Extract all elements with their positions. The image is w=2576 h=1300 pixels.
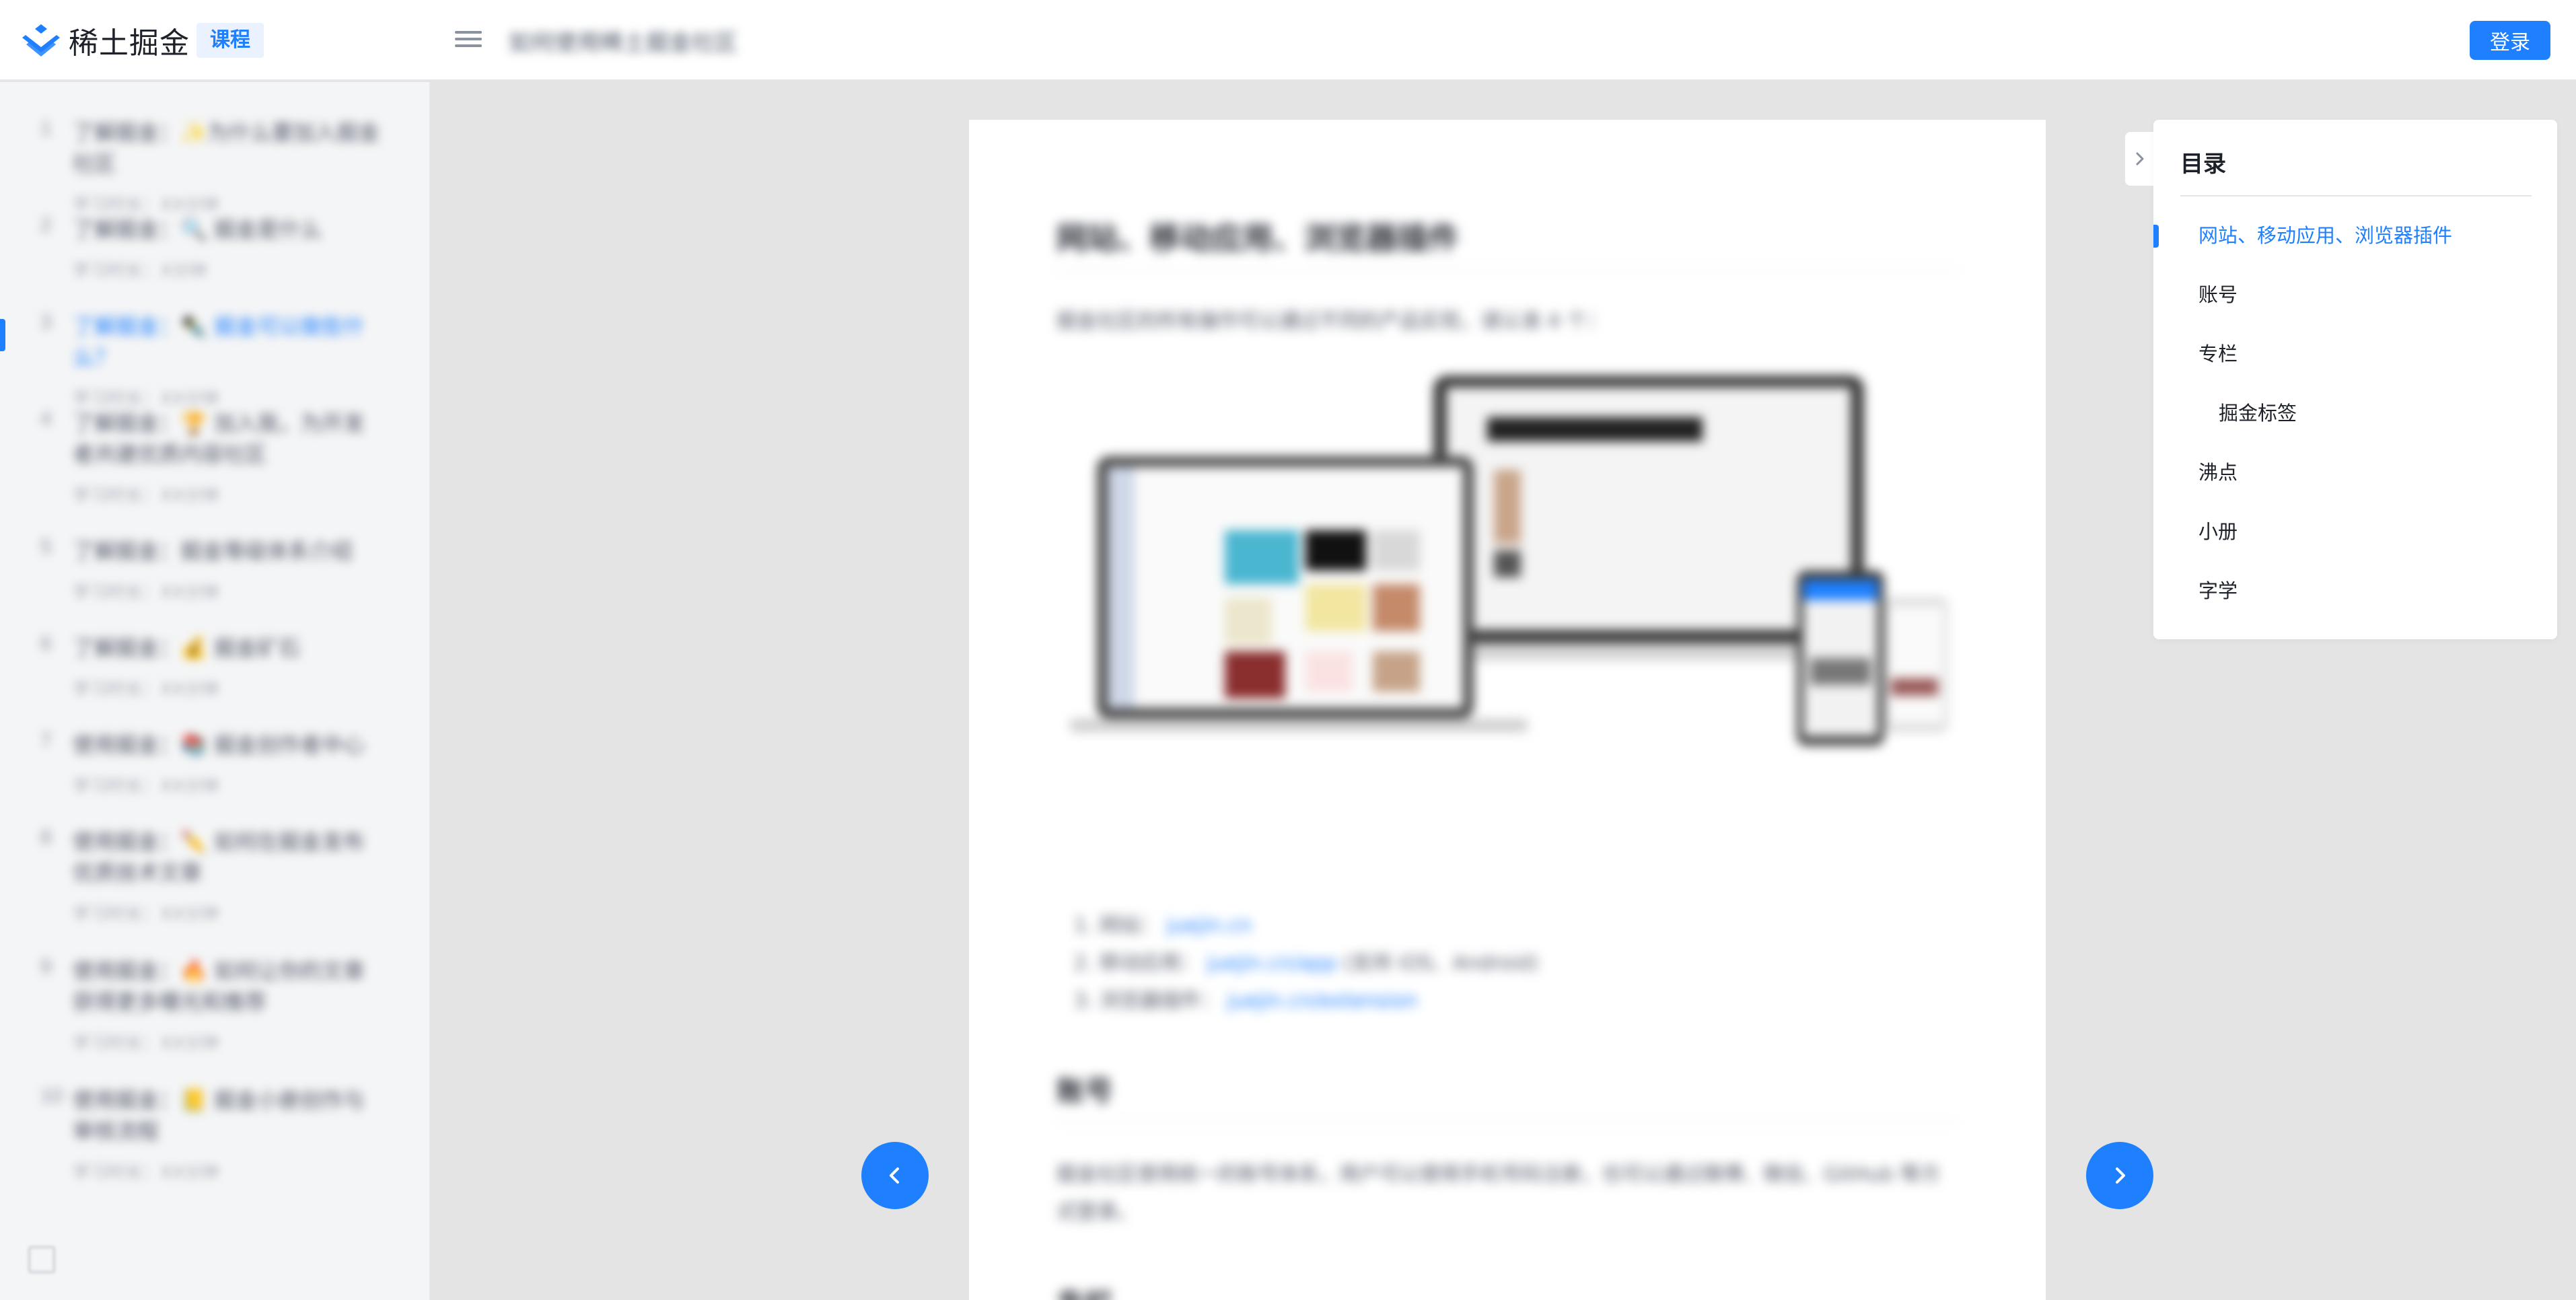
- chapter-meta: 学习时长：XX分钟: [73, 486, 219, 506]
- chapter-title: 使用掘金：📒 掘金小册创作与审核流程: [73, 1087, 365, 1144]
- sidebar-chapter-item[interactable]: 2 了解掘金：🔍 掘金是什么 学习时长：X分钟: [0, 214, 429, 282]
- chapter-number: 8: [40, 826, 52, 848]
- chapter-meta: 学习时长：XX分钟: [73, 777, 219, 797]
- chapter-title: 使用掘金：🔥 如何让你的文章获得更多曝光和推荐: [73, 958, 365, 1015]
- hamburger-menu-icon[interactable]: [455, 27, 482, 54]
- sidebar-chapter-item-active[interactable]: 3 了解掘金：✒️ 掘金可以做些什么？ 学习时长：XX分钟: [0, 311, 429, 410]
- toc-subitem[interactable]: 掘金标签: [2219, 400, 2297, 427]
- sidebar-chapter-item[interactable]: 6 了解掘金：💰 掘金矿石 学习时长：XX分钟: [0, 633, 429, 700]
- chapter-sidebar: 1 了解掘金：✨为什么要加入掘金社区 学习时长：XX分钟 2 了解掘金：🔍 掘金…: [0, 82, 431, 1300]
- devices-illustration: [1070, 375, 1948, 746]
- section-heading: 账号: [1057, 1075, 1114, 1108]
- chapter-title: 了解掘金：🔍 掘金是什么: [73, 217, 322, 242]
- chapter-number: 6: [40, 633, 52, 655]
- toc-item[interactable]: 账号: [2198, 281, 2238, 308]
- chapter-number: 3: [40, 311, 52, 333]
- chapter-title: 了解掘金：掘金等级体系介绍: [73, 538, 353, 564]
- sidebar-chapter-item[interactable]: 7 使用掘金：📚 掘金创作者中心 学习时长：XX分钟: [0, 729, 429, 797]
- chapter-number: 1: [40, 117, 52, 139]
- chapter-number: 4: [40, 408, 52, 430]
- book-title: 如何使用稀土掘金社区: [509, 30, 738, 57]
- list-item-label: 移动应用：: [1100, 951, 1201, 975]
- chapter-title: 了解掘金：💰 掘金矿石: [73, 635, 301, 661]
- collapse-sidebar-icon[interactable]: [28, 1246, 55, 1273]
- previous-chapter-button[interactable]: [861, 1142, 929, 1209]
- list-item-label: 浏览器插件：: [1100, 989, 1221, 1013]
- chapter-meta: 学习时长：XX分钟: [73, 389, 219, 409]
- extension-link[interactable]: juejin.cn/extension: [1227, 989, 1418, 1013]
- chapter-meta: 学习时长：XX分钟: [73, 195, 219, 215]
- toc-item-active[interactable]: 网站、移动应用、浏览器插件: [2198, 222, 2452, 249]
- chapter-number: 9: [40, 955, 52, 978]
- chapter-number: 10: [40, 1085, 63, 1107]
- list-item: 浏览器插件： juejin.cn/extension: [1100, 982, 1538, 1020]
- juejin-logo[interactable]: 稀土掘金: [20, 22, 190, 61]
- chapter-title: 使用掘金：📚 掘金创作者中心: [73, 732, 365, 758]
- chevron-right-icon: [2136, 152, 2144, 166]
- chapter-number: 2: [40, 214, 52, 236]
- section-heading: 网站、移动应用、浏览器插件: [1057, 220, 1459, 256]
- chapter-title: 了解掘金：✒️ 掘金可以做些什么？: [73, 314, 365, 370]
- product-list: 网站： juejin.cn 移动应用： juejin.cn/app (支持 iO…: [1057, 907, 1538, 1020]
- chapter-meta: 学习时长：XX分钟: [73, 904, 219, 925]
- juejin-logo-icon: [22, 24, 60, 57]
- chevron-right-icon: [2116, 1167, 2125, 1184]
- document-page: 网站、移动应用、浏览器插件 掘金社区的所有操作可以通过不同的产品实现，请认准 4…: [969, 120, 2046, 1300]
- toc-item[interactable]: 字学: [2198, 577, 2238, 604]
- list-item: 网站： juejin.cn: [1100, 907, 1538, 945]
- toc-divider: [2180, 195, 2532, 196]
- paragraph: 掘金社区的所有操作可以通过不同的产品实现，请认准 4 个：: [1057, 310, 1608, 333]
- sidebar-chapter-item[interactable]: 9 使用掘金：🔥 如何让你的文章获得更多曝光和推荐 学习时长：XX分钟: [0, 955, 429, 1054]
- chapter-meta: 学习时长：XX分钟: [73, 583, 219, 603]
- logo-text: 稀土掘金: [69, 26, 190, 61]
- heading-divider: [1057, 1122, 1958, 1124]
- chapter-meta: 学习时长：XX分钟: [73, 1034, 219, 1054]
- list-item-note: (支持 iOS、Android): [1343, 951, 1539, 975]
- table-of-contents: 目录 网站、移动应用、浏览器插件 账号 专栏 掘金标签 沸点 小册 字学: [2153, 120, 2557, 639]
- chapter-title: 使用掘金：✏️ 如何在掘金发布优质技术文章: [73, 829, 365, 886]
- chapter-meta: 学习时长：XX分钟: [73, 680, 219, 700]
- chapter-title: 了解掘金：✨为什么要加入掘金社区: [73, 120, 380, 176]
- toc-collapse-button[interactable]: [2125, 132, 2155, 186]
- chevron-left-icon: [890, 1167, 899, 1184]
- next-chapter-button[interactable]: [2086, 1142, 2153, 1209]
- toc-active-marker: [2153, 225, 2159, 248]
- toc-item[interactable]: 小册: [2198, 518, 2238, 545]
- toc-item[interactable]: 沸点: [2198, 459, 2238, 486]
- course-badge[interactable]: 课程: [196, 23, 264, 58]
- website-link[interactable]: juejin.cn: [1167, 914, 1252, 937]
- heading-divider: [1057, 269, 1958, 270]
- login-button[interactable]: 登录: [2470, 21, 2550, 60]
- sidebar-chapter-item[interactable]: 8 使用掘金：✏️ 如何在掘金发布优质技术文章 学习时长：XX分钟: [0, 826, 429, 925]
- list-item: 移动应用： juejin.cn/app (支持 iOS、Android): [1100, 945, 1538, 982]
- paragraph: 掘金社区使用统一的账号体系，用户可以使用手机号码注册，也可以通过微博、微信、Gi…: [1057, 1163, 1941, 1224]
- list-item-label: 网站：: [1100, 914, 1160, 937]
- sidebar-chapter-item[interactable]: 1 了解掘金：✨为什么要加入掘金社区 学习时长：XX分钟: [0, 117, 429, 216]
- toc-title: 目录: [2180, 151, 2226, 178]
- chapter-title: 了解掘金：🏆 加入我，为开发者共建优质内容社区: [73, 410, 365, 467]
- sidebar-chapter-item[interactable]: 10 使用掘金：📒 掘金小册创作与审核流程 学习时长：XX分钟: [0, 1085, 429, 1184]
- section-heading: 专栏: [1057, 1281, 1113, 1300]
- active-chapter-marker: [0, 319, 5, 351]
- sidebar-chapter-item[interactable]: 4 了解掘金：🏆 加入我，为开发者共建优质内容社区 学习时长：XX分钟: [0, 408, 429, 507]
- chapter-number: 7: [40, 729, 52, 752]
- chapter-meta: 学习时长：XX分钟: [73, 1163, 219, 1183]
- toc-item[interactable]: 专栏: [2198, 340, 2238, 367]
- sidebar-chapter-item[interactable]: 5 了解掘金：掘金等级体系介绍 学习时长：XX分钟: [0, 536, 429, 604]
- chapter-number: 5: [40, 536, 52, 558]
- top-header: 稀土掘金 课程 如何使用稀土掘金社区 登录: [0, 0, 2576, 81]
- app-link[interactable]: juejin.cn/app: [1207, 951, 1337, 975]
- chapter-meta: 学习时长：X分钟: [73, 261, 207, 281]
